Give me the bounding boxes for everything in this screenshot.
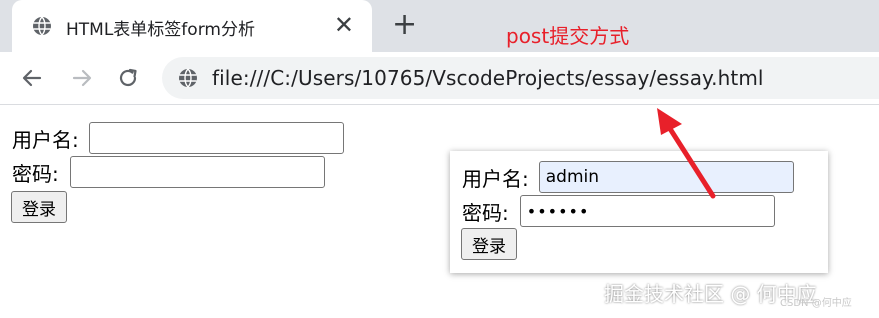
username-row: 用户名: (12, 122, 344, 154)
tab-title: HTML表单标签form分析 (66, 20, 255, 40)
popup-username-row: 用户名: (462, 161, 794, 193)
popup-password-row: 密码: •••••• (462, 195, 775, 227)
reload-button[interactable] (114, 64, 142, 92)
popup-password-label: 密码: (462, 200, 509, 225)
forward-button[interactable] (68, 64, 96, 92)
arrow-right-icon (72, 69, 92, 87)
login-button[interactable]: 登录 (11, 191, 67, 223)
browser-toolbar: file:///C:/Users/10765/VscodeProjects/es… (0, 52, 879, 105)
popup-submit-row: 登录 (461, 228, 517, 260)
post-example-popup: 用户名: 密码: •••••• 登录 (450, 151, 828, 273)
globe-icon (33, 16, 51, 36)
watermark-sub: CSDN @何中应 (780, 298, 852, 309)
popup-username-label: 用户名: (462, 166, 529, 191)
address-bar[interactable]: file:///C:/Users/10765/VscodeProjects/es… (162, 57, 879, 99)
username-label: 用户名: (12, 127, 79, 152)
password-input[interactable] (69, 156, 325, 188)
close-tab-icon[interactable]: ✕ (334, 12, 354, 38)
tab-strip: HTML表单标签form分析 ✕ + post提交方式 (0, 0, 879, 52)
url-text[interactable]: file:///C:/Users/10765/VscodeProjects/es… (212, 66, 764, 90)
username-input[interactable] (88, 122, 344, 154)
submit-row: 登录 (11, 191, 67, 223)
annotation-label: post提交方式 (506, 24, 630, 48)
popup-password-input[interactable]: •••••• (519, 195, 775, 227)
new-tab-button[interactable]: + (392, 10, 417, 40)
reload-icon (119, 68, 137, 87)
password-row: 密码: (12, 156, 325, 188)
popup-login-button[interactable]: 登录 (461, 228, 517, 260)
popup-username-input[interactable] (538, 161, 794, 193)
arrow-left-icon (22, 69, 42, 87)
password-label: 密码: (12, 161, 59, 186)
back-button[interactable] (18, 64, 46, 92)
active-tab[interactable]: HTML表单标签form分析 ✕ (12, 0, 372, 52)
globe-icon[interactable] (178, 68, 198, 88)
